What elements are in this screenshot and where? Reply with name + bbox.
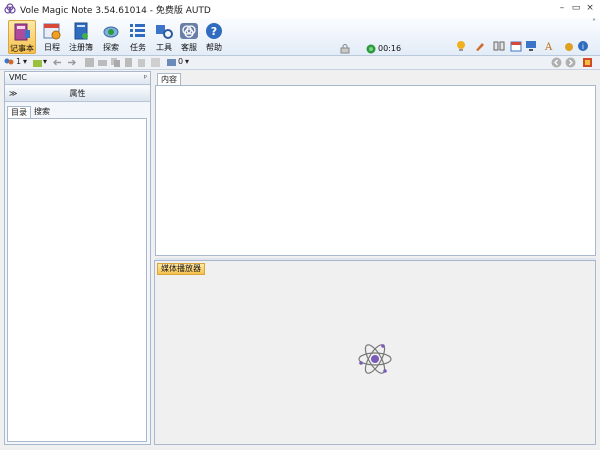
notebook-icon bbox=[14, 23, 30, 41]
tab-content[interactable]: 内容 bbox=[157, 73, 181, 85]
monitor-icon[interactable] bbox=[525, 40, 537, 52]
delete-icon[interactable] bbox=[136, 57, 147, 68]
left-panel-tabs: 目录 搜索 bbox=[5, 105, 150, 118]
tools-icon bbox=[156, 25, 173, 39]
ribbon-task-button[interactable]: 任务 bbox=[124, 20, 152, 54]
lightbulb-icon[interactable] bbox=[455, 40, 467, 52]
media-icon[interactable] bbox=[166, 57, 177, 68]
print-icon[interactable] bbox=[97, 57, 108, 68]
secondary-toolbar: 1 ▾ ▾ 0 ▾ bbox=[0, 56, 600, 70]
paste-icon[interactable] bbox=[123, 57, 134, 68]
ribbon-schedule-button[interactable]: 日程 bbox=[38, 20, 66, 54]
minimize-button[interactable]: – bbox=[556, 2, 568, 14]
users-icon[interactable] bbox=[3, 57, 14, 68]
media-count: 0 bbox=[178, 57, 184, 66]
lock-icon[interactable] bbox=[340, 44, 350, 54]
panel-header: VMC ᵖ bbox=[5, 72, 150, 85]
user-count: 1 bbox=[16, 57, 22, 66]
font-icon[interactable]: A bbox=[543, 40, 555, 52]
content-tabstrip: 内容 bbox=[155, 71, 596, 85]
ribbon-notebook-button[interactable]: 记事本 bbox=[8, 20, 36, 54]
customer-service-icon bbox=[180, 23, 198, 39]
bag-icon[interactable] bbox=[563, 40, 575, 52]
book-open-icon[interactable] bbox=[493, 40, 505, 52]
media-dropdown-icon[interactable]: ▾ bbox=[185, 57, 189, 66]
window-controls: – ▭ × bbox=[554, 2, 596, 14]
app-logo-icon bbox=[4, 3, 16, 14]
maximize-button[interactable]: ▭ bbox=[570, 2, 582, 14]
calendar-icon bbox=[43, 23, 61, 40]
tab-media-player[interactable]: 媒体播放器 bbox=[157, 263, 205, 275]
svg-text:i: i bbox=[582, 43, 584, 51]
ribbon-explore-button[interactable]: 探索 bbox=[97, 20, 125, 54]
ribbon-help-label: 帮助 bbox=[206, 43, 222, 52]
forward-arrow-icon[interactable] bbox=[66, 57, 77, 68]
svg-text:A: A bbox=[544, 42, 553, 52]
calendar-small-icon[interactable] bbox=[510, 40, 522, 52]
nav-back-circle-icon[interactable] bbox=[551, 57, 562, 68]
svg-text:?: ? bbox=[211, 25, 217, 38]
left-panel: VMC ᵖ ≫ 属性 目录 搜索 bbox=[4, 71, 151, 445]
task-list-icon bbox=[130, 24, 145, 37]
user-dropdown-icon[interactable]: ▾ bbox=[23, 57, 27, 66]
close-button[interactable]: × bbox=[584, 2, 596, 14]
ribbon-help-button[interactable]: ? 帮助 bbox=[200, 20, 228, 54]
ribbon-register-label: 注册簿 bbox=[69, 43, 93, 52]
atom-logo-icon bbox=[358, 344, 392, 374]
pin-tool-icon[interactable] bbox=[474, 40, 486, 52]
folder-icon[interactable] bbox=[32, 57, 43, 68]
info-icon[interactable]: i bbox=[577, 40, 589, 52]
ribbon-customer-label: 客服 bbox=[181, 43, 197, 52]
copy-icon[interactable] bbox=[110, 57, 121, 68]
content-editor[interactable] bbox=[155, 85, 596, 256]
catalog-tree[interactable] bbox=[7, 118, 147, 442]
tab-catalog[interactable]: 目录 bbox=[7, 106, 31, 118]
save-icon[interactable] bbox=[84, 57, 95, 68]
media-player-panel: 媒体播放器 bbox=[154, 260, 596, 445]
attributes-label: 属性 bbox=[69, 89, 86, 98]
register-book-icon bbox=[74, 22, 88, 40]
help-icon: ? bbox=[206, 23, 222, 39]
globe-icon bbox=[366, 44, 376, 54]
bookmark-icon[interactable] bbox=[582, 57, 593, 68]
ribbon-expand-icon[interactable]: ˄ bbox=[592, 18, 596, 27]
window-title: Vole Magic Note 3.54.61014 - 免费版 AUTD bbox=[20, 5, 211, 16]
main-ribbon: ˄ 记事本 日程 注册簿 探索 任务 工具 客服 ? 帮助 00:16 A i bbox=[0, 18, 600, 56]
panel-pin-icon[interactable]: ᵖ bbox=[144, 72, 147, 84]
explore-icon bbox=[103, 26, 119, 38]
back-arrow-icon[interactable] bbox=[52, 57, 63, 68]
panel-title: VMC bbox=[9, 73, 27, 82]
ribbon-explore-label: 探索 bbox=[103, 43, 119, 52]
tab-search[interactable]: 搜索 bbox=[31, 106, 53, 118]
ribbon-customer-button[interactable]: 客服 bbox=[175, 20, 203, 54]
ribbon-schedule-label: 日程 bbox=[44, 43, 60, 52]
clock-display: 00:16 bbox=[378, 44, 402, 53]
folder-dropdown-icon[interactable]: ▾ bbox=[43, 57, 47, 66]
ribbon-tools-label: 工具 bbox=[156, 43, 172, 52]
ribbon-tools-button[interactable]: 工具 bbox=[150, 20, 178, 54]
attributes-bar[interactable]: ≫ 属性 bbox=[5, 86, 150, 102]
ribbon-register-button[interactable]: 注册簿 bbox=[67, 20, 95, 54]
image-icon[interactable] bbox=[150, 57, 161, 68]
ribbon-notebook-label: 记事本 bbox=[10, 44, 34, 53]
title-bar: Vole Magic Note 3.54.61014 - 免费版 AUTD – … bbox=[0, 0, 600, 18]
nav-forward-circle-icon[interactable] bbox=[565, 57, 576, 68]
ribbon-task-label: 任务 bbox=[130, 43, 146, 52]
